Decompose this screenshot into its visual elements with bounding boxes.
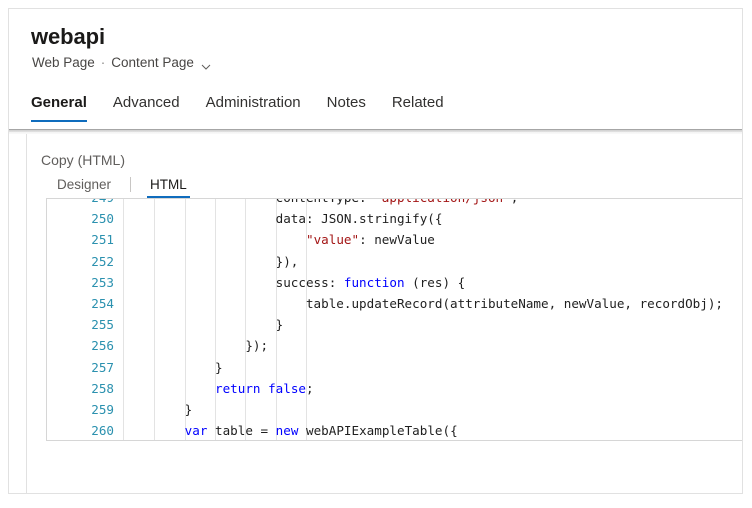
code-token: } xyxy=(124,360,223,375)
line-number: 260 xyxy=(47,420,114,441)
html-code-editor[interactable]: 249 contentType: "application/json",250 … xyxy=(46,198,742,441)
code-token: "value" xyxy=(306,232,359,247)
line-code: } xyxy=(124,314,283,335)
tab-html[interactable]: HTML xyxy=(148,176,189,198)
line-code: }); xyxy=(124,335,268,356)
copy-html-field-label: Copy (HTML) xyxy=(41,151,125,169)
code-line[interactable]: 256 }); xyxy=(47,335,742,356)
line-code: }), xyxy=(124,251,298,272)
tab-designer[interactable]: Designer xyxy=(55,176,113,198)
code-line[interactable]: 249 contentType: "application/json", xyxy=(47,198,742,208)
form-body: Copy (HTML) Designer HTML 249 contentTyp… xyxy=(9,134,742,493)
code-line[interactable]: 259 } xyxy=(47,399,742,420)
tab-related-label: Related xyxy=(392,94,444,111)
tab-general-label: General xyxy=(31,94,87,111)
code-token: return false xyxy=(215,381,306,396)
line-number: 249 xyxy=(47,198,114,208)
chevron-down-icon xyxy=(201,59,210,68)
page-title: webapi xyxy=(31,23,105,51)
code-token: var xyxy=(185,423,208,438)
code-line[interactable]: 250 data: JSON.stringify({ xyxy=(47,208,742,229)
code-token: new xyxy=(276,423,299,438)
code-line[interactable]: 255 } xyxy=(47,314,742,335)
subtitle-separator: · xyxy=(101,54,106,72)
line-number: 252 xyxy=(47,251,114,272)
code-token: function xyxy=(344,275,405,290)
line-number: 256 xyxy=(47,335,114,356)
content-page-type-picker[interactable]: Content Page xyxy=(111,54,210,72)
code-token: success: xyxy=(124,275,344,290)
tab-administration-label: Administration xyxy=(206,94,301,111)
code-line[interactable]: 252 }), xyxy=(47,251,742,272)
tab-designer-label: Designer xyxy=(57,177,111,192)
line-code: return false; xyxy=(124,378,314,399)
line-number: 255 xyxy=(47,314,114,335)
code-line[interactable]: 257 } xyxy=(47,357,742,378)
section-rail-divider xyxy=(26,134,27,493)
line-number: 259 xyxy=(47,399,114,420)
code-token xyxy=(124,381,215,396)
code-line[interactable]: 251 "value": newValue xyxy=(47,229,742,250)
mode-tab-divider xyxy=(130,177,131,192)
code-token: ; xyxy=(306,381,314,396)
record-form-card: webapi Web Page · Content Page General A… xyxy=(8,8,743,494)
code-token: (res) { xyxy=(405,275,466,290)
line-code: } xyxy=(124,399,192,420)
record-header: webapi Web Page · Content Page General A… xyxy=(9,9,742,129)
entity-name-label: Web Page xyxy=(32,54,95,72)
code-token: : newValue xyxy=(359,232,435,247)
content-page-type-label: Content Page xyxy=(111,54,194,72)
code-scroll-content: 249 contentType: "application/json",250 … xyxy=(47,198,742,441)
code-token xyxy=(124,423,185,438)
line-number: 254 xyxy=(47,293,114,314)
code-token: } xyxy=(124,317,283,332)
line-code: table.updateRecord(attributeName, newVal… xyxy=(124,293,723,314)
code-token: , xyxy=(511,198,519,205)
record-subtitle: Web Page · Content Page xyxy=(32,54,210,72)
code-token: }), xyxy=(124,254,298,269)
code-token: } xyxy=(124,402,192,417)
code-line[interactable]: 258 return false; xyxy=(47,378,742,399)
code-line[interactable]: 260 var table = new webAPIExampleTable({ xyxy=(47,420,742,441)
line-code: contentType: "application/json", xyxy=(124,198,518,208)
code-token: contentType: xyxy=(124,198,374,205)
code-token: table = xyxy=(207,423,275,438)
tab-administration[interactable]: Administration xyxy=(206,93,301,122)
line-code: var table = new webAPIExampleTable({ xyxy=(124,420,458,441)
line-code: success: function (res) { xyxy=(124,272,465,293)
tab-general[interactable]: General xyxy=(31,93,87,122)
line-code: } xyxy=(124,357,223,378)
code-token: table.updateRecord(attributeName, newVal… xyxy=(124,296,723,311)
editor-mode-tab-strip: Designer HTML xyxy=(55,176,189,198)
code-line[interactable]: 254 table.updateRecord(attributeName, ne… xyxy=(47,293,742,314)
code-token: webAPIExampleTable({ xyxy=(298,423,457,438)
tab-advanced[interactable]: Advanced xyxy=(113,93,180,122)
line-number: 253 xyxy=(47,272,114,293)
tab-advanced-label: Advanced xyxy=(113,94,180,111)
line-code: data: JSON.stringify({ xyxy=(124,208,442,229)
code-token: }); xyxy=(124,338,268,353)
tab-related[interactable]: Related xyxy=(392,93,444,122)
code-token: data: JSON.stringify({ xyxy=(124,211,442,226)
main-tab-strip: General Advanced Administration Notes Re… xyxy=(31,93,470,122)
code-line[interactable]: 253 success: function (res) { xyxy=(47,272,742,293)
code-token xyxy=(124,232,306,247)
line-number: 251 xyxy=(47,229,114,250)
line-number: 257 xyxy=(47,357,114,378)
line-number: 250 xyxy=(47,208,114,229)
tab-notes-label: Notes xyxy=(327,94,366,111)
line-number: 258 xyxy=(47,378,114,399)
code-token: "application/json" xyxy=(374,198,510,205)
line-code: "value": newValue xyxy=(124,229,435,250)
tab-notes[interactable]: Notes xyxy=(327,93,366,122)
tab-html-label: HTML xyxy=(150,177,187,192)
